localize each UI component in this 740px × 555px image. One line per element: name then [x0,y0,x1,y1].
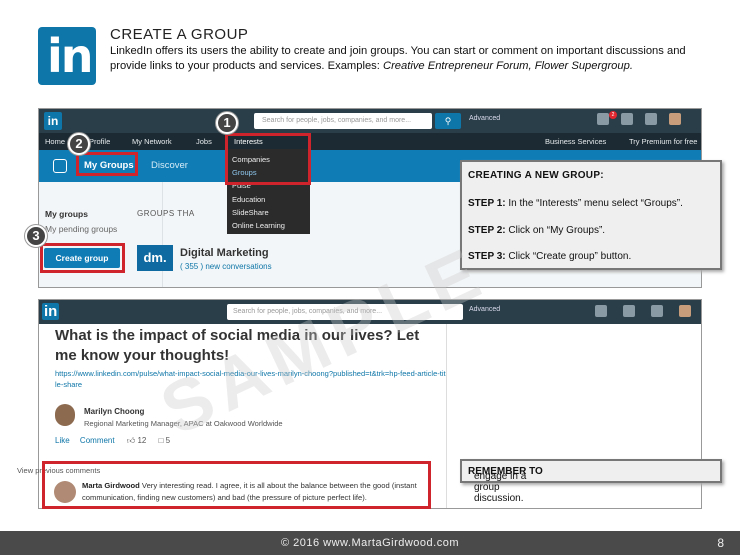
top-icons [595,305,691,317]
search-icon: ⚲ [444,116,452,126]
nav-profile[interactable]: Profile [89,137,110,146]
add-connection-icon[interactable] [645,113,657,125]
avatar[interactable] [669,113,681,125]
comment-highlight [42,461,431,509]
groups-icon [53,159,67,173]
post-title[interactable]: What is the impact of social media in ou… [55,326,445,366]
linkedin-logo-small: in [42,303,60,320]
nav-business-services[interactable]: Business Services [545,137,606,146]
step-2-marker: 2 [68,133,90,155]
linkedin-logo-text: in [47,29,93,83]
steps-callout: CREATING A NEW GROUP: STEP 1: In the “In… [460,160,722,270]
groups-section-heading: GROUPS THA [137,209,195,218]
reminder-body: engage in a group discussion. [474,471,527,504]
nav-my-network[interactable]: My Network [132,137,172,146]
step-1-label: STEP 1: [468,198,506,209]
add-connection-icon[interactable] [651,305,663,317]
callout-step-3: STEP 3: Click “Create group” button. [468,251,631,262]
step-3-marker: 3 [25,225,47,247]
callout-step-2: STEP 2: Click on “My Groups”. [468,225,605,236]
likes-stat: 👍︎ 12 [127,436,147,445]
nav-jobs[interactable]: Jobs [196,137,212,146]
post-url[interactable]: https://www.linkedin.com/pulse/what-impa… [55,368,447,390]
linkedin-logo: in [38,27,96,85]
messages-icon[interactable] [597,113,609,125]
flag-icon[interactable] [623,305,635,317]
group-conversations[interactable]: ( 355 ) new conversations [180,262,272,271]
create-group-highlight [40,243,125,273]
author-role: Regional Marketing Manager, APAC at Oakw… [84,419,283,428]
page-description: LinkedIn offers its users the ability to… [110,44,710,74]
menu-item-education[interactable]: Education [232,195,265,204]
likes-count: 12 [137,436,147,445]
search-input[interactable]: Search for people, jobs, companies, and … [254,113,432,129]
interests-highlight [225,133,311,185]
reminder-callout: REMEMBER TO engage in a group discussion… [460,459,722,504]
advanced-link[interactable]: Advanced [469,115,500,122]
nav-premium[interactable]: Try Premium for free [629,137,697,146]
post-actions: Like Comment 👍︎ 12 □ 5 [55,436,170,446]
comment-button[interactable]: Comment [80,436,115,445]
my-groups-heading: My groups [45,209,88,219]
menu-item-online-learning[interactable]: Online Learning [232,221,285,230]
avatar[interactable] [679,305,691,317]
step-3-label: STEP 3: [468,251,506,262]
reminder-text: REMEMBER TO engage in a group discussion… [468,466,543,504]
page-number: 8 [717,536,724,550]
tab-discover[interactable]: Discover [151,160,188,171]
step-1-text: In the “Interests” menu select “Groups”. [505,198,683,209]
step-2-label: STEP 2: [468,225,506,236]
callout-step-1: STEP 1: In the “Interests” menu select “… [468,198,683,209]
top-bar: in Search for people, jobs, companies, a… [39,109,701,133]
group-name[interactable]: Digital Marketing [180,247,269,259]
callout-title: CREATING A NEW GROUP: [468,170,604,181]
advanced-link[interactable]: Advanced [469,306,500,313]
top-bar: in Search for people, jobs, companies, a… [39,300,701,324]
thumbs-up-icon: 👍︎ [126,436,136,445]
search-button[interactable]: ⚲ [435,113,461,129]
comments-count: 5 [165,436,171,445]
like-button[interactable]: Like [55,436,70,445]
page-title: CREATE A GROUP [110,26,249,43]
author-name[interactable]: Marilyn Choong [84,407,144,416]
my-pending-groups[interactable]: My pending groups [45,224,117,234]
comments-stat: □ 5 [159,436,171,445]
menu-item-slideshare[interactable]: SlideShare [232,208,269,217]
my-groups-highlight [76,152,138,176]
group-logo[interactable]: dm. [137,245,173,271]
step-3-text: Click “Create group” button. [505,251,632,262]
flag-icon[interactable] [621,113,633,125]
nav-home[interactable]: Home [45,137,65,146]
nav-bar: Home Profile My Network Jobs Business Se… [39,133,701,150]
search-input[interactable]: Search for people, jobs, companies, and … [227,304,463,320]
linkedin-home-icon[interactable]: in [42,303,60,320]
comment-icon: □ [158,436,164,445]
footer-copyright: © 2016 www.MartaGirdwood.com [280,537,459,549]
step-2-text: Click on “My Groups”. [505,225,606,236]
step-1-marker: 1 [216,112,238,134]
notification-badge: 2 [609,111,617,119]
linkedin-home-icon[interactable]: in [44,112,62,130]
messages-icon[interactable] [595,305,607,317]
description-examples: Creative Entrepreneur Forum, Flower Supe… [382,60,633,72]
author-avatar[interactable] [55,404,75,426]
footer: © 2016 www.MartaGirdwood.com 8 [0,531,740,555]
